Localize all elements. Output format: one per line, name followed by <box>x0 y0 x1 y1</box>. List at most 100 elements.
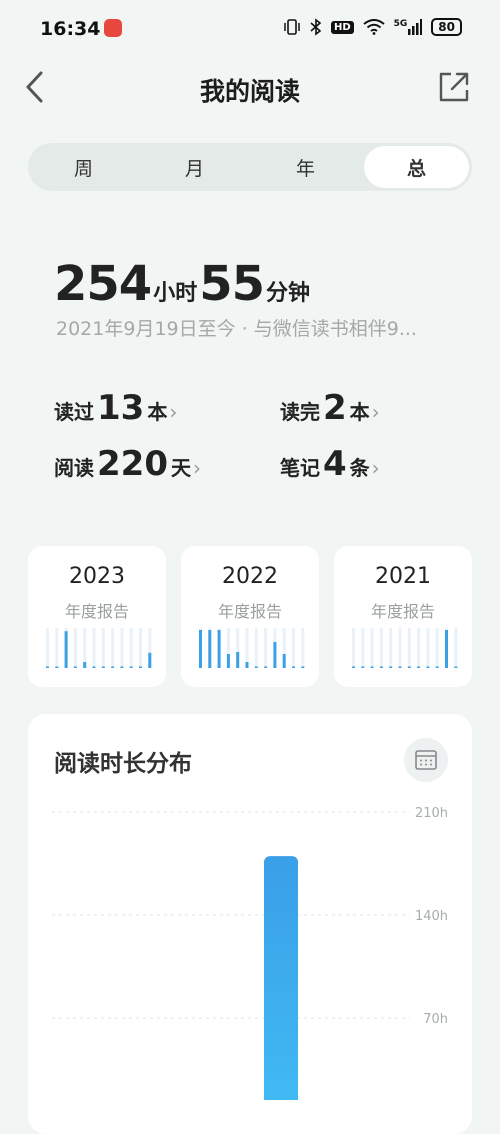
battery-indicator: 80 <box>431 18 462 36</box>
tab-total[interactable]: 总 <box>364 146 469 188</box>
mini-bar <box>148 652 152 668</box>
mini-bar <box>120 666 124 668</box>
mini-bar-track <box>264 628 268 668</box>
mini-bar-track <box>120 628 124 668</box>
vibrate-icon <box>284 19 300 35</box>
calendar-button[interactable] <box>404 738 448 782</box>
mini-bar-track <box>101 628 105 668</box>
mini-bar <box>139 666 142 668</box>
mini-bar <box>208 630 212 668</box>
stat-label: 阅读 <box>54 456 94 480</box>
year-report-card-2021[interactable]: 2021 年度报告 <box>334 546 472 687</box>
share-button[interactable] <box>438 71 470 103</box>
monthly-mini-chart <box>46 628 152 668</box>
page-title: 我的阅读 <box>199 77 300 106</box>
y-tick-label: 70h <box>423 1012 448 1027</box>
stat-notes[interactable]: 笔记 4 条 › <box>280 444 380 484</box>
report-label: 年度报告 <box>64 602 129 621</box>
tab-month[interactable]: 月 <box>142 146 247 188</box>
report-label: 年度报告 <box>370 602 435 621</box>
mini-bar-track <box>426 628 430 668</box>
report-label: 年度报告 <box>217 602 282 621</box>
mini-bar <box>245 662 249 668</box>
period-tabs: 周 月 年 总 <box>28 143 472 191</box>
mini-bar <box>389 666 393 668</box>
mini-bar <box>273 642 277 668</box>
mini-bar <box>226 654 230 668</box>
mini-bar <box>407 666 411 668</box>
mini-bar-track <box>389 628 393 668</box>
mini-bar-track <box>129 628 133 668</box>
stat-books-finished[interactable]: 读完 2 本 › <box>280 388 380 428</box>
bluetooth-icon <box>310 18 322 36</box>
mini-bar <box>454 666 458 668</box>
mini-bar <box>129 666 133 668</box>
distribution-bar[interactable] <box>264 856 298 1100</box>
mini-bar <box>379 666 383 668</box>
mini-bar <box>199 630 202 668</box>
stat-unit: 本 <box>349 400 370 424</box>
mini-bar-track <box>254 628 258 668</box>
year-report-card-2023[interactable]: 2023 年度报告 <box>28 546 166 687</box>
wifi-icon <box>363 19 385 35</box>
status-time: 16:34 <box>40 18 101 40</box>
chevron-right-icon: › <box>371 400 380 424</box>
y-tick-label: 140h <box>415 909 448 924</box>
tab-year[interactable]: 年 <box>253 146 358 188</box>
distribution-chart: 210h 140h 70h <box>52 806 448 1100</box>
hours-unit: 小时 <box>153 281 198 306</box>
signal-bars-icon <box>408 19 423 35</box>
chevron-right-icon: › <box>192 456 201 480</box>
mini-bar <box>73 666 77 668</box>
mini-bar <box>111 666 115 668</box>
report-year: 2023 <box>69 564 125 589</box>
mini-bar <box>92 666 96 668</box>
stat-unit: 本 <box>147 400 168 424</box>
monthly-mini-chart <box>199 628 305 668</box>
stat-unit: 条 <box>349 456 370 480</box>
hd-icon: HD <box>330 20 354 34</box>
mini-bar-track <box>370 628 374 668</box>
monthly-mini-chart <box>352 628 458 668</box>
mini-bar <box>217 630 221 668</box>
mini-bar-track <box>454 628 458 668</box>
stat-value: 2 <box>323 388 347 428</box>
minutes-unit: 分钟 <box>266 281 311 306</box>
stat-reading-days[interactable]: 阅读 220 天 › <box>54 444 201 484</box>
mini-bar-track <box>55 628 59 668</box>
mini-bar <box>361 666 365 668</box>
mini-bar-track <box>361 628 365 668</box>
mini-bar <box>301 666 305 668</box>
chevron-right-icon: › <box>371 456 380 480</box>
mini-bar-track <box>92 628 96 668</box>
stat-value: 13 <box>97 388 145 428</box>
mini-bar <box>435 666 439 668</box>
mini-bar-track <box>73 628 77 668</box>
mini-bar-track <box>398 628 402 668</box>
year-report-card-2022[interactable]: 2022 年度报告 <box>181 546 319 687</box>
network-label: 5G <box>393 19 408 29</box>
mini-bar <box>46 666 49 668</box>
chevron-right-icon: › <box>169 400 178 424</box>
mini-bar-track <box>407 628 411 668</box>
mini-bar <box>417 666 421 668</box>
y-tick-label: 210h <box>415 806 448 821</box>
mini-bar <box>254 666 258 668</box>
mini-bar <box>236 652 240 668</box>
mini-bar <box>83 662 87 668</box>
since-text: 2021年9月19日至今 · 与微信读书相伴9... <box>56 318 417 340</box>
stat-value: 4 <box>323 444 347 484</box>
mini-bar-track <box>111 628 115 668</box>
mini-bar <box>426 666 430 668</box>
report-year: 2021 <box>375 564 431 589</box>
mini-bar-track <box>379 628 383 668</box>
stat-books-read[interactable]: 读过 13 本 › <box>54 388 177 428</box>
stat-label: 笔记 <box>280 456 320 480</box>
tab-week[interactable]: 周 <box>31 146 136 188</box>
app-notification-icon <box>104 19 122 37</box>
mini-bar-track <box>139 628 142 668</box>
mini-bar <box>370 666 374 668</box>
share-icon <box>439 72 469 102</box>
mini-bar <box>292 666 295 668</box>
stat-label: 读过 <box>54 400 94 424</box>
